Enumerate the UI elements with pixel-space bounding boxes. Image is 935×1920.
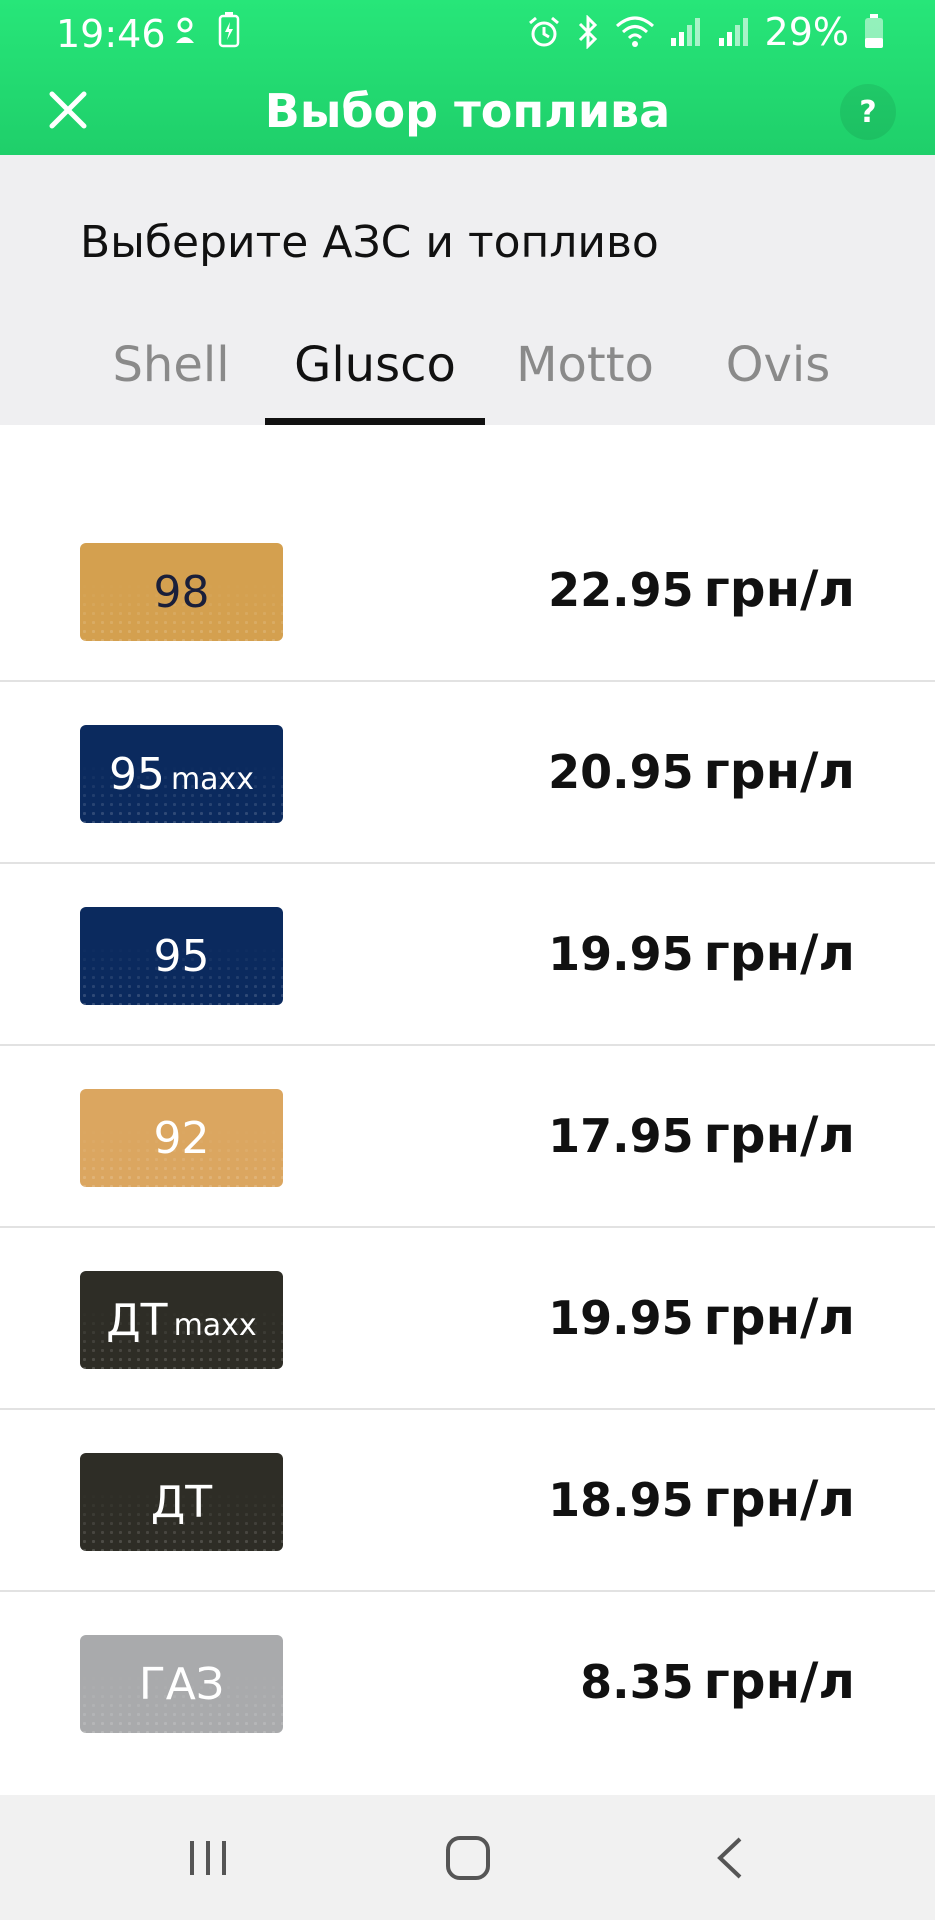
fuel-badge: ДТ maxx: [80, 1271, 283, 1369]
price-unit: грн/л: [703, 560, 855, 618]
status-bar: 19:46 29%: [0, 0, 935, 64]
wifi-icon: [615, 16, 654, 47]
fuel-badge: ДТ: [80, 1453, 283, 1551]
fuel-badge: 98: [80, 543, 283, 641]
price-unit: грн/л: [703, 1652, 855, 1710]
tab-label: Glusco: [294, 337, 456, 393]
fuel-badge: 95 maxx: [80, 725, 283, 823]
station-tabs: Shell Glusco Motto Ovis: [0, 305, 935, 425]
fuel-row[interactable]: 98 22.95 грн/л: [0, 500, 935, 682]
fuel-price: 19.95 грн/л: [548, 924, 855, 982]
system-nav-bar: [0, 1795, 935, 1920]
battery-percent: 29%: [764, 10, 849, 54]
price-unit: грн/л: [703, 1288, 855, 1346]
tab-glusco[interactable]: Glusco: [265, 305, 485, 425]
active-tab-indicator: [265, 418, 485, 425]
toolbar: Выбор топлива ?: [0, 64, 935, 155]
notification-icon: [176, 17, 194, 43]
tab-shell[interactable]: Shell: [96, 305, 246, 425]
signal-icon: [670, 18, 700, 46]
fuel-row[interactable]: ГАЗ 8.35 грн/л: [0, 1592, 935, 1774]
fuel-type: 98: [153, 566, 210, 618]
fuel-badge-label: ДТ: [151, 1477, 212, 1528]
app-header: 19:46 29% Выбор топлива ?: [0, 0, 935, 155]
bluetooth-icon: [578, 15, 597, 49]
fuel-price: 8.35 грн/л: [580, 1652, 855, 1710]
help-button[interactable]: ?: [840, 84, 896, 140]
status-time: 19:46: [56, 12, 166, 56]
price-value: 22.95: [548, 563, 694, 617]
fuel-row[interactable]: 95 maxx 20.95 грн/л: [0, 682, 935, 864]
fuel-row[interactable]: 95 19.95 грн/л: [0, 864, 935, 1046]
fuel-badge: 95: [80, 907, 283, 1005]
fuel-list: 98 22.95 грн/л 95 maxx 20.95 грн/л 95 19.95 грн/л…: [0, 500, 935, 1774]
fuel-price: 22.95 грн/л: [548, 560, 855, 618]
fuel-badge-label: 92: [154, 1113, 210, 1164]
fuel-type: ДТ: [150, 1476, 213, 1528]
fuel-price: 17.95 грн/л: [548, 1106, 855, 1164]
fuel-badge-label: 98: [154, 567, 210, 618]
battery-icon: [865, 14, 883, 48]
tab-label: Ovis: [725, 337, 831, 393]
page-title: Выбор топлива: [264, 84, 671, 138]
fuel-type: ГАЗ: [138, 1658, 225, 1710]
tab-motto[interactable]: Motto: [500, 305, 670, 425]
recent-apps-icon[interactable]: [178, 1833, 238, 1883]
subtitle: Выберите АЗС и топливо: [80, 217, 659, 268]
price-value: 19.95: [548, 1291, 694, 1345]
fuel-badge-label: 95 maxx: [109, 749, 254, 800]
fuel-type: ДТ: [106, 1294, 168, 1346]
fuel-badge: ГАЗ: [80, 1635, 283, 1733]
price-value: 17.95: [548, 1109, 694, 1163]
station-selector: Выберите АЗС и топливо Shell Glusco Mott…: [0, 155, 935, 425]
price-unit: грн/л: [703, 742, 855, 800]
price-unit: грн/л: [703, 1106, 855, 1164]
price-unit: грн/л: [703, 924, 855, 982]
fuel-badge: 92: [80, 1089, 283, 1187]
fuel-row[interactable]: 92 17.95 грн/л: [0, 1046, 935, 1228]
tab-label: Motto: [516, 337, 654, 393]
fuel-type: 92: [153, 1112, 210, 1164]
status-right-icons: 29%: [527, 10, 885, 54]
price-value: 19.95: [548, 927, 694, 981]
fuel-type-suffix: maxx: [173, 1307, 257, 1343]
fuel-type: 95: [108, 748, 165, 800]
price-unit: грн/л: [703, 1470, 855, 1528]
signal-2-icon: [718, 18, 748, 46]
fuel-price: 18.95 грн/л: [548, 1470, 855, 1528]
price-value: 20.95: [548, 745, 694, 799]
fuel-row[interactable]: ДТ maxx 19.95 грн/л: [0, 1228, 935, 1410]
fuel-price: 20.95 грн/л: [548, 742, 855, 800]
fuel-row[interactable]: ДТ 18.95 грн/л: [0, 1410, 935, 1592]
fuel-badge-label: ГАЗ: [139, 1659, 224, 1710]
home-icon[interactable]: [438, 1833, 498, 1883]
fuel-type-suffix: maxx: [170, 761, 255, 797]
price-value: 8.35: [580, 1655, 694, 1709]
status-left-icons: [170, 12, 240, 48]
alarm-icon: [528, 16, 559, 47]
tab-label: Shell: [112, 337, 230, 393]
fuel-type: 95: [153, 930, 210, 982]
fuel-price: 19.95 грн/л: [548, 1288, 855, 1346]
fuel-badge-label: 95: [154, 931, 210, 982]
back-icon[interactable]: [700, 1833, 760, 1883]
fuel-badge-label: ДТ maxx: [106, 1295, 256, 1346]
tab-ovis[interactable]: Ovis: [700, 305, 856, 425]
battery-charging-icon: [218, 12, 240, 48]
price-value: 18.95: [548, 1473, 694, 1527]
